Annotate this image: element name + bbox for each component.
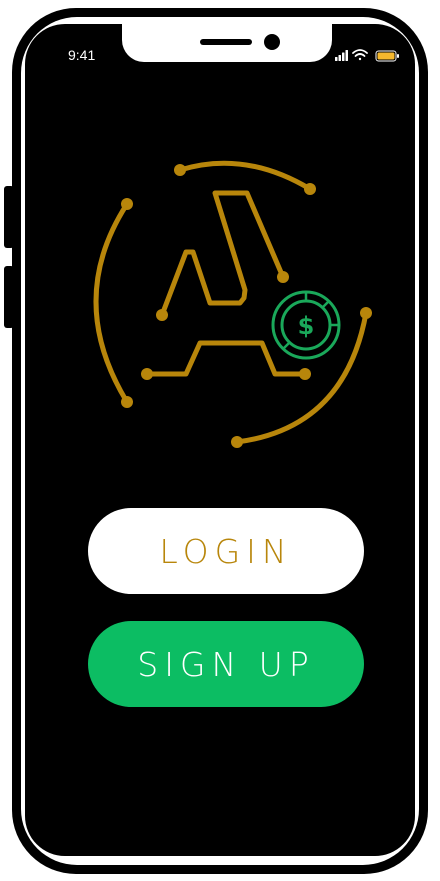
- logo-letter-stroke: [159, 190, 286, 318]
- signup-button[interactable]: SIGN UP: [88, 621, 364, 707]
- battery-icon: [375, 50, 399, 62]
- coin-symbol: $: [298, 312, 315, 340]
- signal-icon: [335, 50, 348, 61]
- status-icons: [335, 49, 399, 62]
- status-time: 9:41: [68, 47, 96, 63]
- side-button-lower: [4, 266, 14, 328]
- speaker-grille: [200, 39, 252, 45]
- app-logo: $: [93, 160, 372, 448]
- side-button-upper: [4, 186, 14, 248]
- wifi-icon: [352, 49, 368, 61]
- login-button[interactable]: LOGIN: [88, 508, 364, 594]
- logo-arc-top: [177, 160, 313, 192]
- front-camera: [264, 34, 280, 50]
- dollar-coin-icon: $: [270, 289, 342, 361]
- logo-arc-left: [93, 201, 130, 405]
